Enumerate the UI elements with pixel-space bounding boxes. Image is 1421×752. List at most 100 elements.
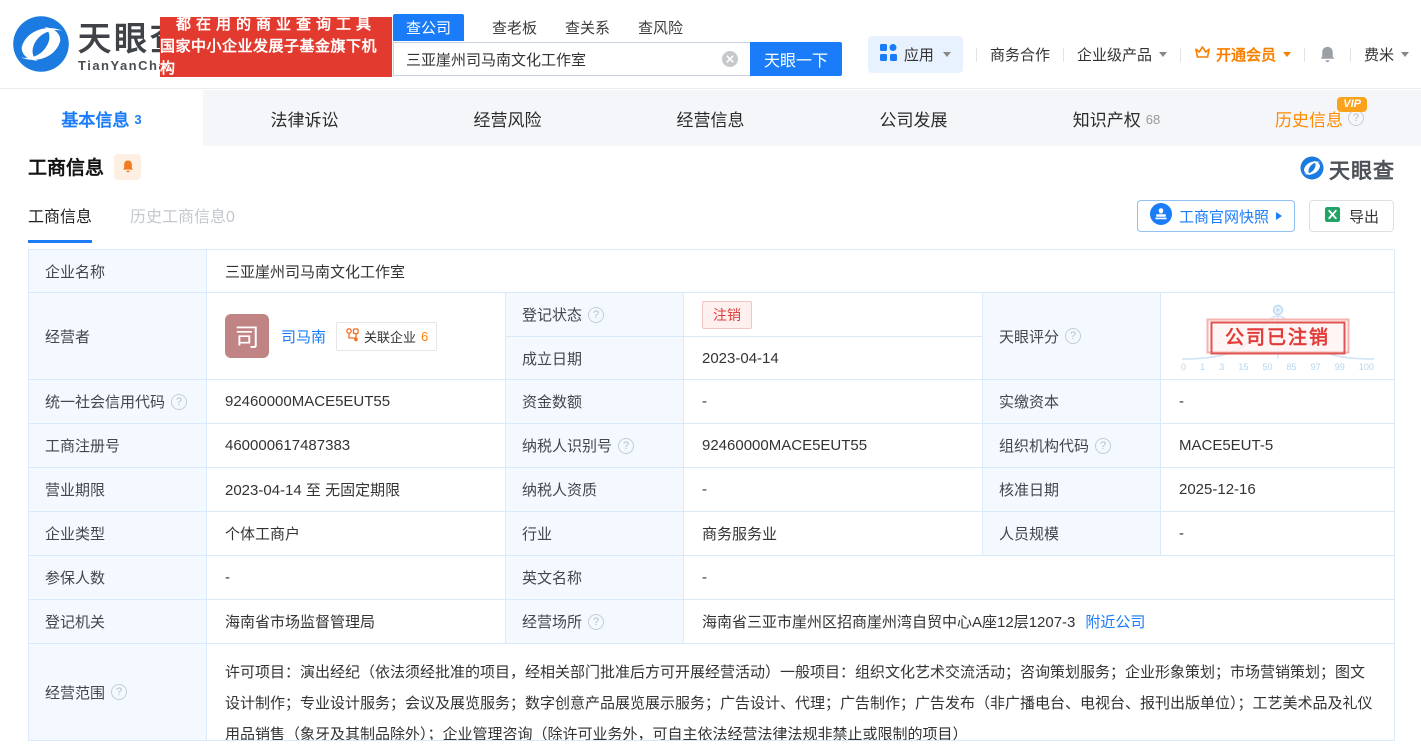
status-badge: 注销 xyxy=(702,300,752,329)
business-scope-value: 许可项目：演出经纪（依法须经批准的项目，经相关部门批准后方可开展经营活动）一般项… xyxy=(207,644,1395,741)
tab-business-risk[interactable]: 经营风险 xyxy=(406,90,609,146)
search-tab-company[interactable]: 查公司 xyxy=(393,13,465,41)
help-icon[interactable]: ? xyxy=(588,306,605,323)
taxpayer-qualification-label: 纳税人资质 xyxy=(506,468,684,512)
help-icon[interactable]: ? xyxy=(111,684,128,700)
operator-cell: 司 司马南 关联企业 6 xyxy=(207,293,506,380)
paid-in-capital-label: 实缴资本 xyxy=(983,380,1161,424)
tab-count: 3 xyxy=(134,111,142,127)
related-companies-badge[interactable]: 关联企业 6 xyxy=(336,321,438,351)
industry-label: 行业 xyxy=(506,512,684,556)
export-button[interactable]: 导出 xyxy=(1308,200,1394,232)
tab-business-info[interactable]: 经营信息 xyxy=(609,90,812,146)
tab-basic-info[interactable]: 基本信息 3 xyxy=(0,90,203,146)
score-axis-ticks: 0 1 3 15 50 85 97 99 100 xyxy=(1181,362,1374,372)
divider xyxy=(1303,47,1305,62)
deregistered-stamp-text: 公司已注销 xyxy=(1209,321,1346,355)
tab-legal-litigation[interactable]: 法律诉讼 xyxy=(203,90,406,146)
search-button[interactable]: 天眼一下 xyxy=(750,42,842,76)
monitor-bell-icon[interactable] xyxy=(114,153,142,180)
open-vip-label: 开通会员 xyxy=(1215,47,1276,64)
tianyancha-company-page: 天眼查 TianYanCha.com 都在用的商业查询工具 国家中小企业发展子基… xyxy=(0,0,1421,752)
operator-avatar[interactable]: 司 xyxy=(225,314,269,358)
taxpayer-id-label: 纳税人识别号? xyxy=(506,424,684,468)
org-chart-icon xyxy=(345,327,359,345)
chevron-down-icon xyxy=(942,52,951,57)
action-buttons: 工商官网快照 导出 xyxy=(1136,200,1394,232)
tab-company-development[interactable]: 公司发展 xyxy=(812,90,1015,146)
help-icon[interactable]: ? xyxy=(1348,110,1364,126)
business-premises-value: 海南省三亚市崖州区招商崖州湾自贸中心A座12层1207-3 xyxy=(702,614,1076,631)
company-type-label: 企业类型 xyxy=(29,512,207,556)
user-menu[interactable]: 费米 xyxy=(1364,44,1409,65)
notifications-bell[interactable] xyxy=(1318,45,1337,64)
reg-status-label: 登记状态 ? xyxy=(506,293,684,337)
registration-authority-label: 登记机关 xyxy=(29,600,207,644)
snapshot-button-label: 工商官网快照 xyxy=(1178,208,1269,226)
tab-intellectual-property[interactable]: 知识产权 68 xyxy=(1015,90,1218,146)
apps-menu[interactable]: 应用 xyxy=(867,36,963,73)
help-icon[interactable]: ? xyxy=(171,393,188,410)
divider xyxy=(975,47,977,62)
help-icon[interactable]: ? xyxy=(588,613,605,630)
english-name-label: 英文名称 xyxy=(506,556,684,600)
nearby-companies-link[interactable]: 附近公司 xyxy=(1085,611,1145,632)
search-area: 查公司 查老板 查关系 查风险 天眼一下 xyxy=(393,13,842,76)
divider xyxy=(1062,47,1064,62)
subtab-history-registration[interactable]: 历史工商信息0 xyxy=(130,203,235,243)
approval-date-label: 核准日期 xyxy=(983,468,1161,512)
menu-enterprise-products[interactable]: 企业级产品 xyxy=(1077,44,1167,65)
tab-count: 68 xyxy=(1145,111,1161,127)
company-name-label: 企业名称 xyxy=(29,250,207,293)
staff-size-value: - xyxy=(1161,512,1395,556)
operator-name-link[interactable]: 司马南 xyxy=(281,326,326,347)
stamp-icon xyxy=(1149,203,1172,229)
tab-label: 历史信息 xyxy=(1275,110,1343,130)
menu-cooperation[interactable]: 商务合作 xyxy=(990,44,1050,65)
business-scope-label: 经营范围? xyxy=(29,644,207,741)
help-icon[interactable]: ? xyxy=(1065,328,1082,344)
excel-icon xyxy=(1324,206,1341,227)
divider xyxy=(1179,47,1181,62)
tab-label: 法律诉讼 xyxy=(270,110,339,130)
search-tab-boss[interactable]: 查老板 xyxy=(492,17,537,38)
tab-label: 经营信息 xyxy=(676,110,745,130)
business-premises-label: 经营场所? xyxy=(506,600,684,644)
menu-open-vip[interactable]: 开通会员 xyxy=(1194,44,1291,65)
tab-label: 基本信息 xyxy=(61,110,130,130)
operator-label: 经营者 xyxy=(29,293,207,380)
capital-amount-label: 资金数额 xyxy=(506,380,684,424)
chevron-down-icon xyxy=(1158,52,1167,57)
tab-history-info[interactable]: VIP 历史信息 ? xyxy=(1218,90,1421,146)
taxpayer-id-value: 92460000MACE5EUT55 xyxy=(684,424,983,468)
related-companies-label: 关联企业 xyxy=(364,329,417,345)
tab-label: 公司发展 xyxy=(879,110,948,130)
business-premises-cell: 海南省三亚市崖州区招商崖州湾自贸中心A座12层1207-3 附近公司 xyxy=(684,600,1395,644)
approval-date-value: 2025-12-16 xyxy=(1161,468,1395,512)
subtab-business-registration[interactable]: 工商信息 xyxy=(28,203,93,243)
clear-search-icon[interactable] xyxy=(722,51,738,67)
search-input[interactable] xyxy=(393,42,750,76)
org-code-label: 组织机构代码? xyxy=(983,424,1161,468)
related-companies-count: 6 xyxy=(421,328,429,344)
org-code-value: MACE5EUT-5 xyxy=(1161,424,1395,468)
help-icon[interactable]: ? xyxy=(1095,437,1112,454)
credit-code-value: 92460000MACE5EUT55 xyxy=(207,380,506,424)
search-tab-relation[interactable]: 查关系 xyxy=(565,17,610,38)
business-term-value: 2023-04-14 至 无固定期限 xyxy=(207,468,506,512)
tianyan-score-cell: 0 1 3 15 50 85 97 99 100 公司已注销 xyxy=(1161,293,1395,380)
brand-slogan: 都在用的商业查询工具 国家中小企业发展子基金旗下机构 xyxy=(160,16,392,77)
business-term-label: 营业期限 xyxy=(29,468,207,512)
username-label: 费米 xyxy=(1363,47,1394,64)
established-date-label: 成立日期 xyxy=(506,337,684,380)
paid-in-capital-value: - xyxy=(1161,380,1395,424)
capital-amount-value: - xyxy=(684,380,983,424)
registration-number-label: 工商注册号 xyxy=(29,424,207,468)
help-icon[interactable]: ? xyxy=(618,437,635,454)
official-snapshot-button[interactable]: 工商官网快照 xyxy=(1136,200,1295,232)
deregistered-stamp: 公司已注销 xyxy=(1205,318,1350,355)
tab-label: 经营风险 xyxy=(473,110,542,130)
brand-swirl-icon xyxy=(12,15,70,78)
brand-swirl-icon xyxy=(1300,156,1324,185)
search-tab-risk[interactable]: 查风险 xyxy=(638,17,683,38)
